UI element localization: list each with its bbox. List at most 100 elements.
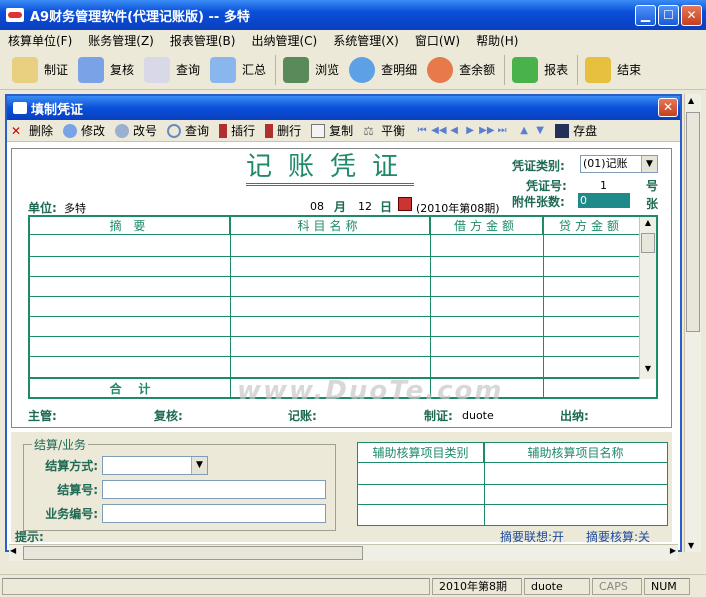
delete-row-button[interactable]: 删行 [265,122,301,139]
voucher-type-label: 凭证类别: [512,159,565,173]
row-divider [30,276,640,277]
business-number-row: 业务编号: [32,501,327,525]
main-scroll-thumb[interactable] [686,112,700,332]
first-record-icon[interactable]: ⏮ [415,125,429,137]
scroll-up-icon[interactable]: ▲ [641,218,655,232]
query-icon [167,123,182,138]
toolbar-browse-button[interactable]: 浏览 [279,52,345,88]
main-scroll-up-icon[interactable]: ▲ [688,96,694,105]
insert-row-button[interactable]: 插行 [219,122,255,139]
toolbar-report-button[interactable]: 报表 [508,52,574,88]
menubar: 核算单位(F) 账务管理(Z) 报表管理(B) 出纳管理(C) 系统管理(X) … [0,30,706,50]
query-button[interactable]: 查询 [167,122,209,139]
toolbar-review-button[interactable]: 复核 [74,52,140,88]
settlement-method-label: 结算方式: [45,458,98,473]
lock-icon [585,56,612,83]
browse-icon [283,56,310,83]
prev-record-icon[interactable]: ◀ [447,125,461,137]
hint-bar: 提示: 摘要联想:开 摘要核算:关 [11,526,672,544]
scroll-down-icon[interactable]: ▼ [641,364,655,378]
main-vertical-scrollbar[interactable]: ▲ ▼ [684,94,701,552]
prev-page-icon[interactable]: ◀◀ [431,125,446,137]
toolbar-separator [275,54,277,85]
date-month[interactable]: 08 [310,200,324,213]
col-divider [430,217,431,397]
settlement-method-select[interactable]: ▼ [102,455,208,475]
voucher-window-close-button[interactable]: ✕ [658,98,678,117]
close-button[interactable]: ✕ [681,5,702,26]
menu-help[interactable]: 帮助(H) [476,32,518,49]
scroll-left-icon[interactable]: ◀ [10,546,16,555]
magnifier-icon [349,56,376,83]
entries-scrollbar[interactable]: ▲ ▼ [639,217,656,379]
review-label: 复核: [154,409,183,423]
balance-button[interactable]: ⚖ 平衡 [363,122,405,139]
search-doc-icon [144,56,171,83]
row-divider [30,336,640,337]
supervisor-label: 主管: [28,409,57,423]
toolbar-exit-button[interactable]: 结束 [581,52,647,88]
date-day[interactable]: 12 [358,200,372,213]
row-divider [30,256,640,257]
toolbar-voucher-button[interactable]: 制证 [8,52,74,88]
summary-accounting-toggle[interactable]: 摘要核算:关 [586,528,650,545]
business-number-input[interactable] [102,503,326,523]
settlement-group: 结算/业务 结算方式: ▼ 结算号: 业务编号: [23,436,336,531]
app-title: A9财务管理软件(代理记账版) -- 多特 [30,9,250,25]
minimize-button[interactable]: ▁ [635,5,656,26]
toolbar-query-button[interactable]: 查询 [140,52,206,88]
menu-accounting[interactable]: 账务管理(Z) [88,32,154,49]
aux-row-divider [358,504,667,505]
window-logo-icon [13,102,27,114]
settlement-number-label: 结算号: [57,482,98,497]
next-page-icon[interactable]: ▶▶ [479,125,494,137]
next-record-icon[interactable]: ▶ [463,125,477,137]
row-divider [30,296,640,297]
toolbar-summary-button[interactable]: 汇总 [206,52,272,88]
attachment-unit: 张 [646,197,659,211]
pie-chart-icon [427,56,454,83]
delete-icon: ✕ [11,123,22,138]
menu-reports[interactable]: 报表管理(B) [170,32,236,49]
status-blank [2,577,430,595]
renumber-icon [115,123,130,138]
check-doc-icon [78,56,105,83]
delete-button[interactable]: ✕ 删除 [11,122,53,139]
col-divider [230,217,231,397]
chevron-down-icon: ▼ [191,456,207,474]
renumber-button[interactable]: 改号 [115,122,157,139]
date-month-unit: 月 [334,200,347,214]
edit-button[interactable]: 修改 [63,122,105,139]
watermark-text: www.DuoTe.com [237,376,504,406]
horizontal-scrollbar[interactable]: ◀ ▶ [9,544,678,561]
voucher-type-select[interactable]: (01)记账 ▼ [580,155,658,173]
menu-system[interactable]: 系统管理(X) [333,32,399,49]
menu-cashier[interactable]: 出纳管理(C) [251,32,317,49]
horizontal-scroll-thumb[interactable] [23,546,363,560]
voucher-number-value[interactable]: 1 [600,179,607,192]
menu-window[interactable]: 窗口(W) [415,32,460,49]
down-icon[interactable]: ▼ [533,125,547,137]
entries-scroll-thumb[interactable] [641,233,655,253]
date-day-unit: 日 [380,200,393,214]
col-header-debit: 借方金额 [430,217,543,235]
maximize-button[interactable]: ☐ [658,5,679,26]
aux-col-name: 辅助核算项目名称 [484,443,667,463]
main-scroll-down-icon[interactable]: ▼ [688,541,694,550]
settlement-number-row: 结算号: [32,477,327,501]
save-button[interactable]: 存盘 [555,122,597,139]
summary-association-toggle[interactable]: 摘要联想:开 [500,528,564,545]
menu-unit[interactable]: 核算单位(F) [8,32,72,49]
attachment-count-field[interactable]: 0 [578,193,630,208]
main-toolbar: 制证 复核 查询 汇总 浏览 查明细 查余额 报表 结束 [0,50,706,90]
maker-value: duote [462,409,494,422]
toolbar-detail-button[interactable]: 查明细 [345,52,423,88]
app-title-bar: A9财务管理软件(代理记账版) -- 多特 ▁ ☐ ✕ [0,0,706,30]
toolbar-balance-button[interactable]: 查余额 [423,52,501,88]
scroll-right-icon[interactable]: ▶ [670,546,676,555]
copy-button[interactable]: 复制 [311,122,353,139]
last-record-icon[interactable]: ⏭ [495,125,509,137]
calendar-icon[interactable] [398,197,412,211]
settlement-number-input[interactable] [102,479,326,499]
up-icon[interactable]: ▲ [517,125,531,137]
